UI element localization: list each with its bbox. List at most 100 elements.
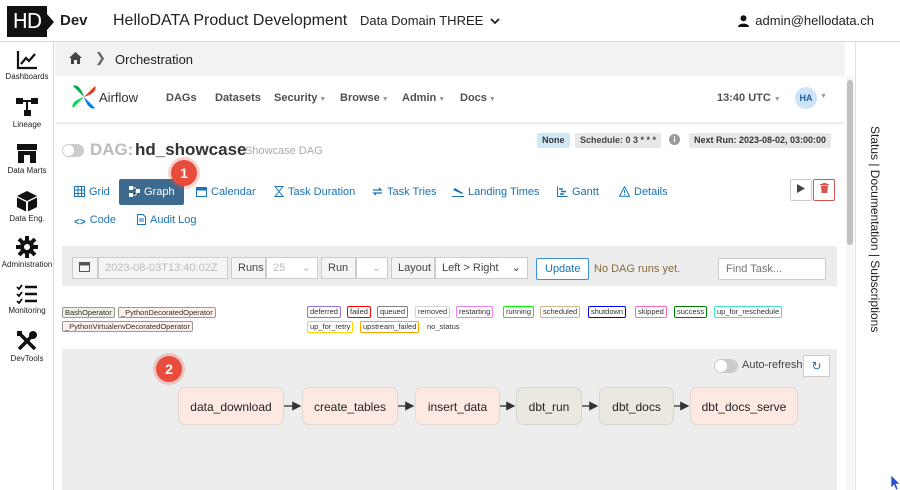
tab-audit-log-label: Audit Log (150, 214, 197, 226)
app-title: HelloDATA Product Development (113, 12, 348, 29)
runs-select[interactable]: 25 ⌄ (266, 257, 318, 279)
find-task-input[interactable] (718, 258, 826, 280)
menu-dags[interactable]: DAGs (166, 92, 197, 104)
menu-docs-label: Docs (460, 92, 487, 104)
tab-gantt[interactable]: Gantt (557, 186, 599, 198)
tab-landing-times[interactable]: Landing Times (452, 186, 540, 198)
store-icon (17, 144, 37, 163)
state-legend-item[interactable]: shutdown (588, 306, 627, 318)
utc-clock[interactable]: 13:40 UTC ▼ (717, 92, 781, 104)
update-button[interactable]: Update (536, 258, 590, 280)
tab-audit-log[interactable]: Audit Log (137, 214, 196, 226)
nav-label: Data Marts (7, 166, 47, 175)
chevron-down-icon: ⌄ (301, 262, 311, 274)
tab-calendar-label: Calendar (211, 186, 256, 198)
runs-value: 25 (273, 262, 286, 274)
menu-browse[interactable]: Browse ▼ (340, 92, 389, 104)
menu-docs[interactable]: Docs ▼ (460, 92, 496, 104)
menu-datasets[interactable]: Datasets (215, 92, 261, 104)
caret-down-icon[interactable]: ▼ (820, 93, 827, 100)
state-legend-item[interactable]: up_for_reschedule (714, 306, 783, 318)
right-side-tabs: Status | Documentation | Subscriptions (855, 42, 900, 490)
tab-task-duration-label: Task Duration (288, 186, 356, 198)
tab-task-duration[interactable]: Task Duration (274, 186, 355, 198)
nav-item-lineage[interactable]: Lineage (0, 96, 54, 129)
tab-task-tries[interactable]: Task Tries (372, 186, 437, 198)
tab-code[interactable]: <> Code (74, 214, 116, 228)
chart-line-icon (16, 51, 37, 70)
home-icon[interactable] (69, 52, 82, 64)
retry-icon (372, 187, 383, 196)
nav-item-monitoring[interactable]: Monitoring (0, 284, 54, 315)
layout-label: Layout (391, 257, 435, 279)
data-domain-selector[interactable]: Data Domain THREE (360, 13, 500, 28)
user-icon (738, 15, 750, 27)
file-icon (137, 214, 146, 225)
grid-icon (74, 186, 85, 197)
user-menu[interactable]: admin@hellodata.ch (738, 13, 874, 28)
info-icon[interactable]: i (669, 134, 680, 145)
airflow-brand: Airflow (99, 90, 139, 105)
nav-item-data-eng[interactable]: Data Eng. (0, 190, 54, 223)
dag-id: hd_showcase (135, 140, 247, 159)
state-legend-item[interactable]: skipped (635, 306, 667, 318)
airflow-frame: Airflow DAGs Datasets Security ▼ Browse ▼ … (55, 76, 845, 490)
tab-grid[interactable]: Grid (74, 186, 110, 198)
state-legend-item[interactable]: success (674, 306, 708, 318)
tab-graph[interactable]: Graph (119, 179, 184, 205)
chevron-down-icon: ⌄ (371, 262, 381, 274)
tab-code-label: Code (89, 214, 116, 226)
nav-item-administration[interactable]: Administration (0, 236, 54, 269)
state-legend-item[interactable]: removed (415, 306, 451, 318)
state-legend-item[interactable]: no_status (424, 321, 463, 333)
user-avatar[interactable]: HA (795, 87, 817, 109)
nav-item-dashboards[interactable]: Dashboards (0, 50, 54, 81)
plane-landing-icon (452, 188, 464, 197)
menu-security[interactable]: Security ▼ (274, 92, 326, 104)
trigger-dag-button[interactable] (790, 179, 812, 201)
operator-legend-item[interactable]: _PythonVirtualenvDecoratedOperator (62, 321, 193, 332)
nav-item-devtools[interactable]: DevTools (0, 330, 54, 363)
state-legend-item[interactable]: running (503, 306, 535, 318)
tab-grid-label: Grid (89, 186, 110, 198)
breadcrumb: ❯ Orchestration (55, 42, 845, 76)
menu-security-label: Security (274, 92, 318, 104)
run-select[interactable]: ⌄ (356, 257, 388, 279)
annotation-badge: 1 (171, 160, 197, 186)
base-date-input[interactable]: 2023-08-03T13:40:02Z (98, 257, 228, 279)
data-domain-label: Data Domain THREE (360, 13, 484, 28)
tools-icon (17, 331, 37, 351)
caret-down-icon: ▼ (319, 96, 327, 103)
airflow-logo-icon[interactable] (71, 84, 97, 110)
right-tabs-label[interactable]: Status | Documentation | Subscriptions (868, 126, 882, 332)
nav-label: Dashboards (5, 72, 49, 81)
state-legend-item[interactable]: up_for_retry (307, 321, 354, 333)
state-legend-item[interactable]: restarting (456, 306, 494, 318)
caret-down-icon: ▼ (488, 96, 496, 103)
nav-item-data-marts[interactable]: Data Marts (0, 142, 54, 175)
operator-legend-item[interactable]: BashOperator (62, 307, 115, 318)
mouse-cursor-icon (891, 475, 900, 490)
state-legend-item[interactable]: upstream_failed (360, 321, 420, 333)
tab-calendar[interactable]: Calendar (196, 186, 256, 198)
graph-controls-bar: 2023-08-03T13:40:02Z Runs 25 ⌄ Run ⌄ Layo… (62, 246, 837, 286)
graph-icon (129, 186, 140, 197)
state-legend-item[interactable]: failed (347, 306, 371, 318)
date-picker-button[interactable] (72, 257, 98, 279)
delete-dag-button[interactable] (813, 179, 835, 201)
scrollbar-thumb[interactable] (847, 80, 853, 245)
layout-select[interactable]: Left > Right ⌄ (435, 257, 528, 279)
last-run-status-badge: None (537, 133, 570, 148)
menu-admin[interactable]: Admin ▼ (402, 92, 445, 104)
code-icon: <> (74, 217, 86, 228)
next-run-badge: Next Run: 2023-08-02, 03:00:00 (689, 133, 832, 148)
state-legend-item[interactable]: scheduled (540, 306, 581, 318)
operator-legend-item[interactable]: _PythonDecoratedOperator (118, 307, 216, 318)
tab-details[interactable]: Details (619, 186, 668, 198)
nav-label: DevTools (10, 354, 44, 363)
state-legend-item[interactable]: queued (377, 306, 409, 318)
dag-pause-toggle[interactable] (62, 144, 84, 157)
cube-icon (17, 191, 37, 212)
state-legend-item[interactable]: deferred (307, 306, 341, 318)
hellodata-logo[interactable]: HD (7, 6, 47, 37)
